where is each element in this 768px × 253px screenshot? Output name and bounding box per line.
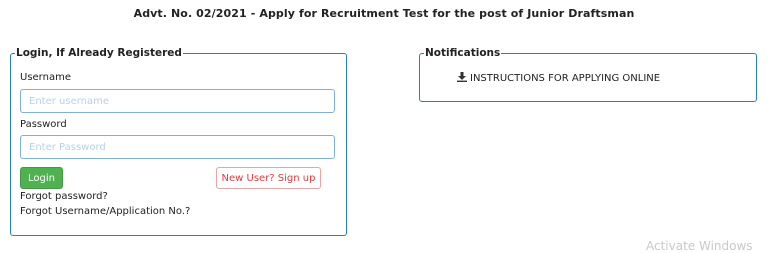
page-title: Advt. No. 02/2021 - Apply for Recruitmen… — [133, 7, 635, 20]
notifications-panel-legend: Notifications — [425, 47, 501, 59]
login-panel-legend: Login, If Already Registered — [16, 47, 182, 59]
download-icon — [457, 72, 470, 85]
login-button[interactable]: Login — [20, 167, 63, 189]
forgot-username-link[interactable]: Forgot Username/Application No.? — [20, 206, 190, 217]
forgot-password-link[interactable]: Forgot password? — [20, 191, 108, 202]
notification-item-instructions[interactable]: INSTRUCTIONS FOR APPLYING ONLINE — [457, 72, 660, 85]
password-input[interactable] — [20, 135, 335, 159]
username-label: Username — [20, 72, 71, 83]
username-input[interactable] — [20, 89, 335, 113]
signup-button[interactable]: New User? Sign up — [216, 167, 321, 189]
notification-item-label: INSTRUCTIONS FOR APPLYING ONLINE — [470, 73, 661, 84]
password-label: Password — [20, 119, 67, 130]
